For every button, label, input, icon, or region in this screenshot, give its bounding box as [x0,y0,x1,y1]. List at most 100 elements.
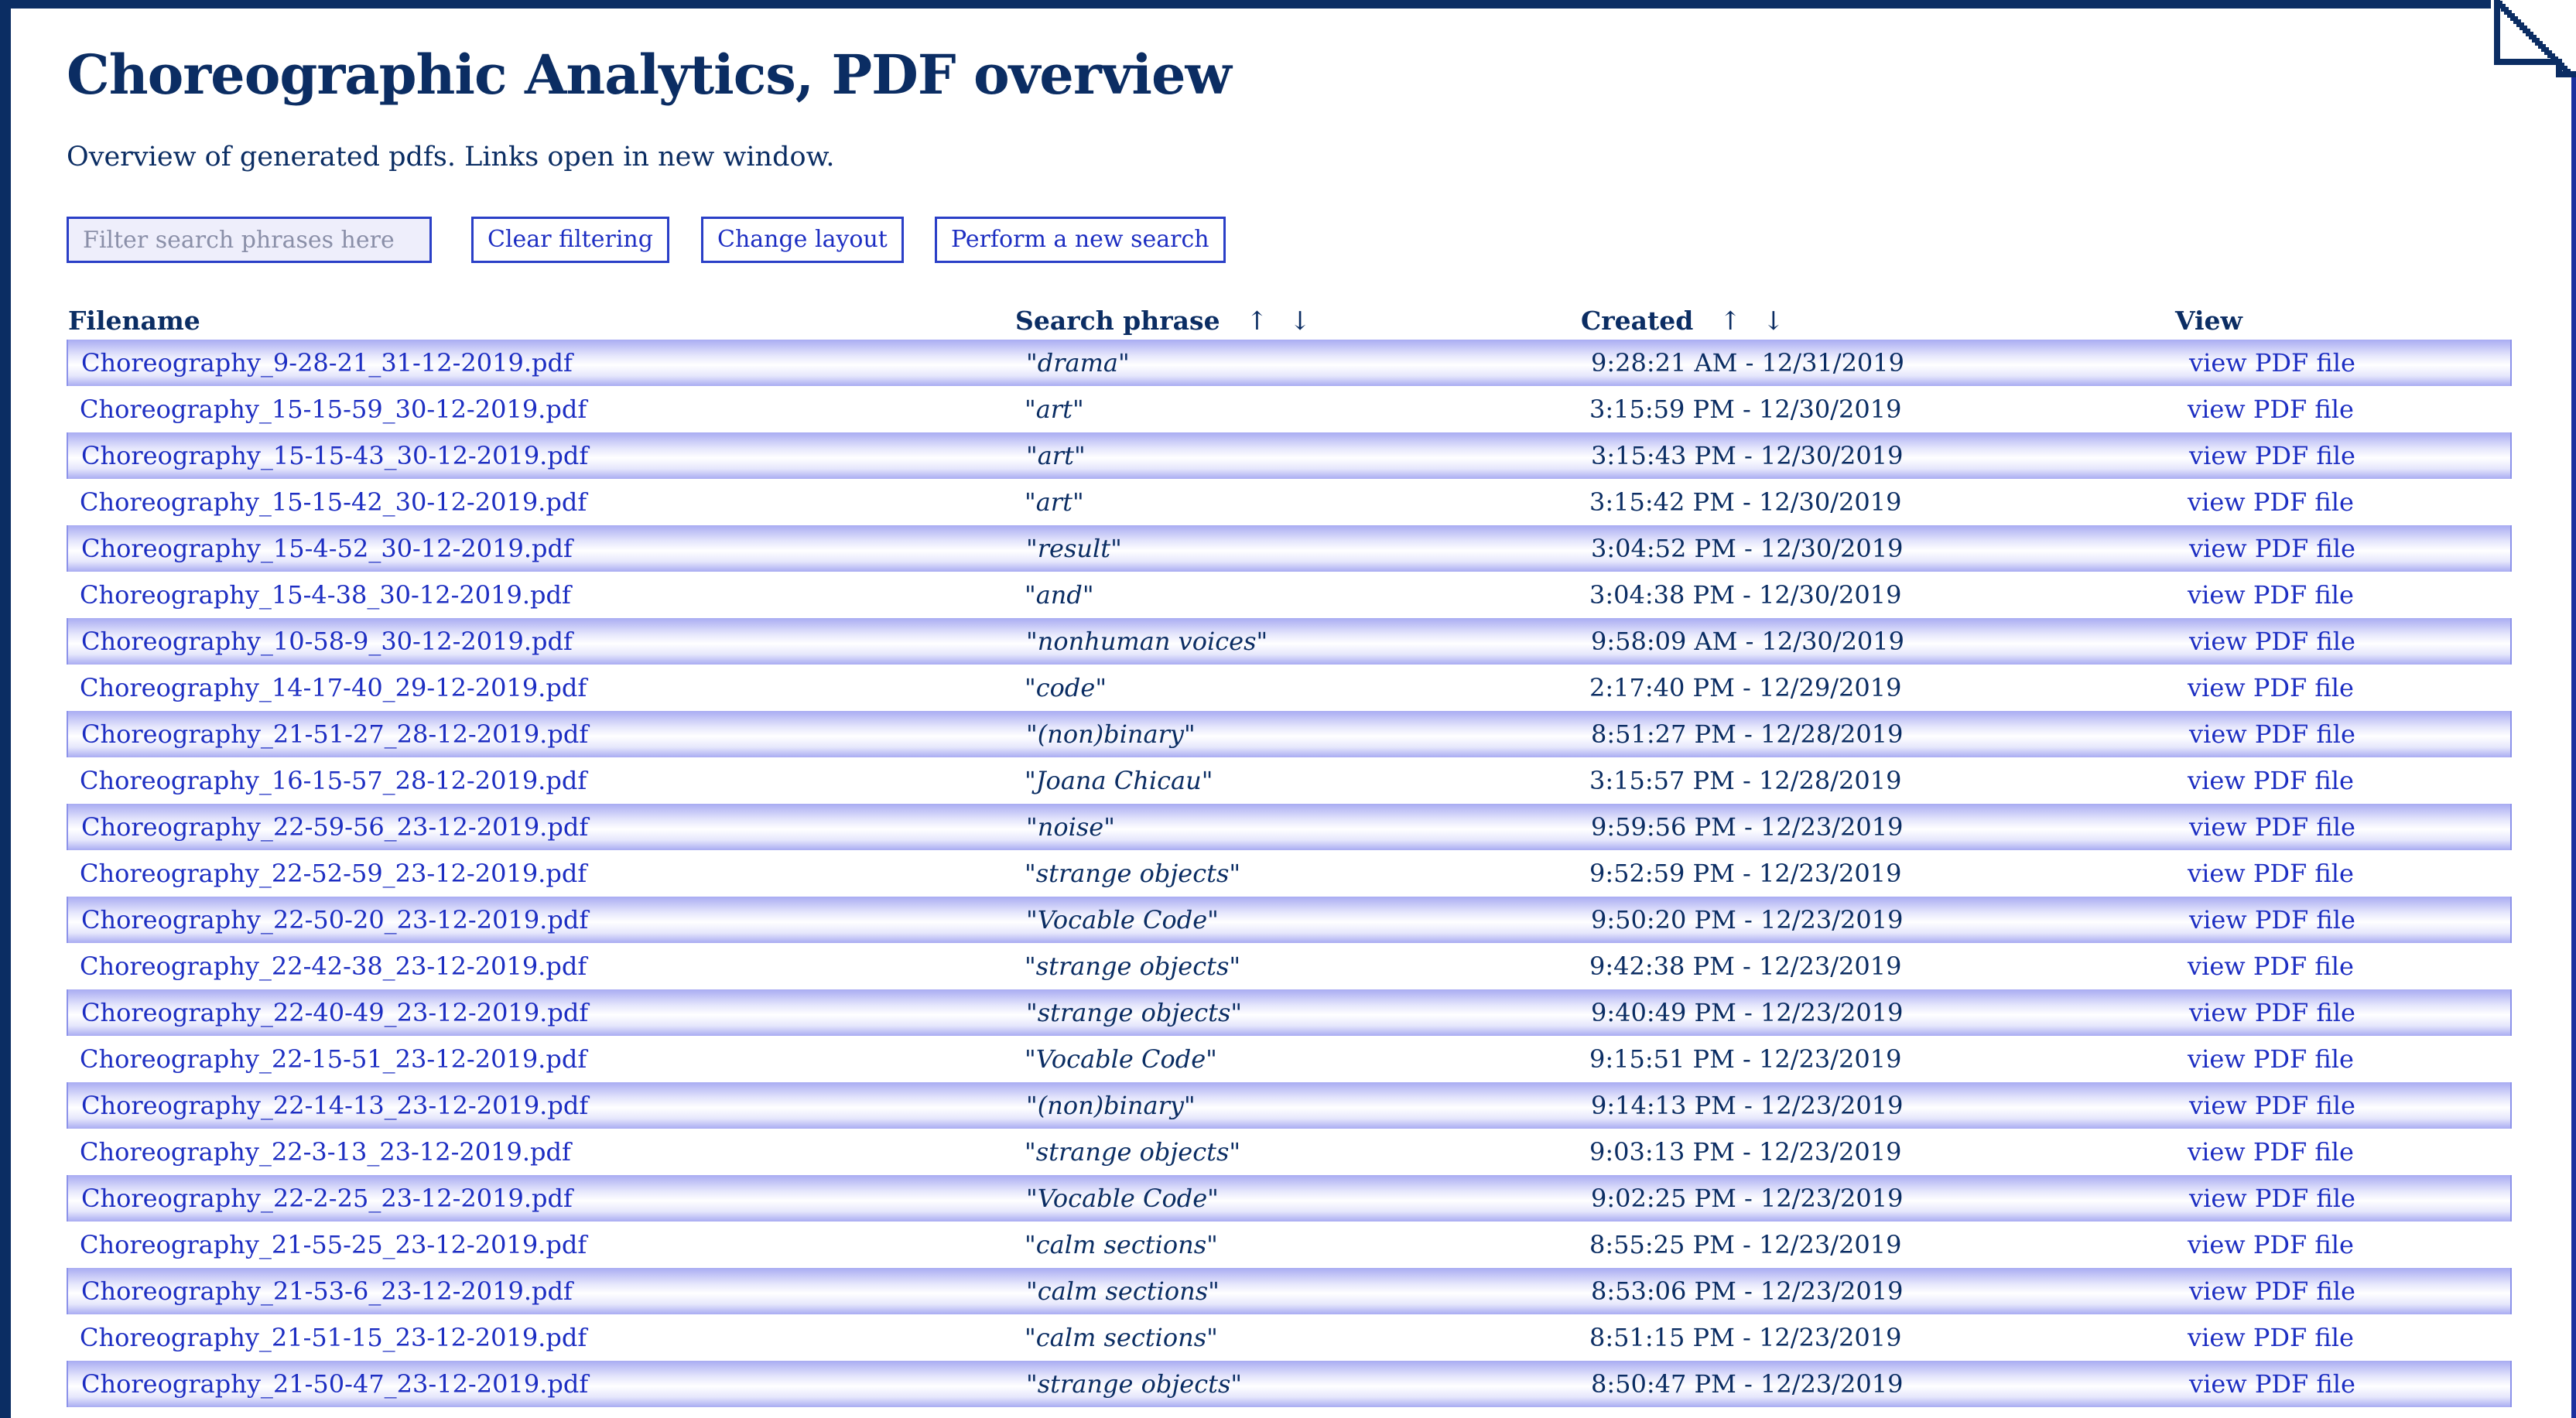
view-pdf-link[interactable]: view PDF file [2189,1268,2355,1314]
search-phrase-cell: "strange objects" [1025,859,1241,888]
filename-link[interactable]: Choreography_21-50-47_23-12-2019.pdf [81,1361,588,1407]
created-cell: 9:02:25 PM - 12/23/2019 [1591,1184,1904,1213]
filename-link[interactable]: Choreography_15-15-42_30-12-2019.pdf [80,479,587,525]
filename-link[interactable]: Choreography_14-17-40_29-12-2019.pdf [80,665,587,711]
created-cell: 9:03:13 PM - 12/23/2019 [1589,1137,1902,1167]
filename-link[interactable]: Choreography_22-14-13_23-12-2019.pdf [81,1082,588,1129]
filename-link[interactable]: Choreography_15-4-38_30-12-2019.pdf [80,572,571,618]
table-row: Choreography_15-15-42_30-12-2019.pdf "art… [67,479,2512,525]
search-phrase-cell: "strange objects" [1025,1137,1241,1167]
sort-created-asc-icon[interactable]: ↑ [1719,306,1741,336]
created-cell: 9:14:13 PM - 12/23/2019 [1591,1091,1904,1120]
view-pdf-link[interactable]: view PDF file [2188,665,2354,711]
search-phrase-cell: "calm sections" [1025,1323,1218,1352]
filename-link[interactable]: Choreography_15-4-52_30-12-2019.pdf [81,525,573,572]
filter-search-input[interactable] [67,217,432,263]
filename-link[interactable]: Choreography_22-15-51_23-12-2019.pdf [80,1036,587,1082]
table-row: Choreography_21-51-15_23-12-2019.pdf "cal… [67,1314,2512,1361]
filename-link[interactable]: Choreography_21-51-15_23-12-2019.pdf [80,1314,587,1361]
view-pdf-link[interactable]: view PDF file [2189,989,2355,1036]
view-pdf-link[interactable]: view PDF file [2188,1222,2354,1268]
view-pdf-link[interactable]: view PDF file [2188,1129,2354,1175]
search-phrase-cell: "Vocable Code" [1025,1044,1217,1074]
header-search-phrase: Search phrase ↑ ↓ [1015,302,1311,340]
table-row: Choreography_10-58-9_30-12-2019.pdf "nonh… [67,618,2512,665]
created-cell: 8:51:15 PM - 12/23/2019 [1589,1323,1902,1352]
filename-link[interactable]: Choreography_10-58-9_30-12-2019.pdf [81,618,573,665]
search-phrase-cell: "code" [1025,673,1107,702]
search-phrase-cell: "art" [1026,441,1086,470]
table-row: Choreography_22-52-59_23-12-2019.pdf "str… [67,850,2512,897]
filename-link[interactable]: Choreography_22-59-56_23-12-2019.pdf [81,804,588,850]
search-phrase-cell: "result" [1026,534,1122,563]
view-pdf-link[interactable]: view PDF file [2188,850,2354,897]
search-phrase-cell: "strange objects" [1025,952,1241,981]
search-phrase-cell: "Vocable Code" [1026,905,1219,935]
filename-link[interactable]: Choreography_22-52-59_23-12-2019.pdf [80,850,587,897]
created-cell: 8:50:47 PM - 12/23/2019 [1591,1369,1904,1399]
sort-created-desc-icon[interactable]: ↓ [1763,306,1784,336]
sort-phrase-desc-icon[interactable]: ↓ [1289,306,1311,336]
pdf-table-body: Choreography_9-28-21_31-12-2019.pdf "dram… [67,340,2512,1407]
table-row: Choreography_15-15-43_30-12-2019.pdf "art… [67,432,2512,479]
filename-link[interactable]: Choreography_21-51-27_28-12-2019.pdf [81,711,588,757]
filename-link[interactable]: Choreography_9-28-21_31-12-2019.pdf [81,340,573,386]
filename-link[interactable]: Choreography_21-55-25_23-12-2019.pdf [80,1222,587,1268]
filename-link[interactable]: Choreography_16-15-57_28-12-2019.pdf [80,757,587,804]
view-pdf-link[interactable]: view PDF file [2189,1175,2355,1222]
filename-link[interactable]: Choreography_15-15-43_30-12-2019.pdf [81,432,588,479]
created-cell: 3:15:59 PM - 12/30/2019 [1589,395,1902,424]
header-filename: Filename [68,306,200,336]
search-phrase-cell: "art" [1025,395,1084,424]
search-phrase-cell: "(non)binary" [1026,719,1196,749]
search-phrase-cell: "drama" [1026,348,1130,378]
created-cell: 3:04:38 PM - 12/30/2019 [1589,580,1902,610]
created-cell: 9:15:51 PM - 12/23/2019 [1589,1044,1902,1074]
view-pdf-link[interactable]: view PDF file [2189,525,2355,572]
filename-link[interactable]: Choreography_22-40-49_23-12-2019.pdf [81,989,588,1036]
view-pdf-link[interactable]: view PDF file [2188,757,2354,804]
new-search-button[interactable]: Perform a new search [935,217,1226,263]
change-layout-button[interactable]: Change layout [701,217,904,263]
search-phrase-cell: "calm sections" [1026,1276,1220,1306]
page-corner-fold-icon [2491,0,2576,77]
header-view: View [2175,306,2242,336]
view-pdf-link[interactable]: view PDF file [2188,572,2354,618]
page-subtitle: Overview of generated pdfs. Links open i… [67,142,835,173]
view-pdf-link[interactable]: view PDF file [2189,1082,2355,1129]
created-cell: 9:28:21 AM - 12/31/2019 [1591,348,1904,378]
view-pdf-link[interactable]: view PDF file [2188,1314,2354,1361]
created-cell: 3:15:42 PM - 12/30/2019 [1589,487,1902,517]
header-created-label: Created [1581,306,1694,336]
table-row: Choreography_22-59-56_23-12-2019.pdf "noi… [67,804,2512,850]
view-pdf-link[interactable]: view PDF file [2189,711,2355,757]
view-pdf-link[interactable]: view PDF file [2189,804,2355,850]
view-pdf-link[interactable]: view PDF file [2189,618,2355,665]
view-pdf-link[interactable]: view PDF file [2189,432,2355,479]
view-pdf-link[interactable]: view PDF file [2189,1361,2355,1407]
search-phrase-cell: "Joana Chicau" [1025,766,1213,795]
table-row: Choreography_21-55-25_23-12-2019.pdf "cal… [67,1222,2512,1268]
table-header: Filename Search phrase ↑ ↓ Created ↑ ↓ View [68,302,2510,340]
created-cell: 9:59:56 PM - 12/23/2019 [1591,812,1904,842]
view-pdf-link[interactable]: view PDF file [2188,1036,2354,1082]
created-cell: 3:04:52 PM - 12/30/2019 [1591,534,1904,563]
table-row: Choreography_22-14-13_23-12-2019.pdf "(no… [67,1082,2512,1129]
filename-link[interactable]: Choreography_22-2-25_23-12-2019.pdf [81,1175,573,1222]
view-pdf-link[interactable]: view PDF file [2188,943,2354,989]
search-phrase-cell: "and" [1025,580,1094,610]
created-cell: 9:40:49 PM - 12/23/2019 [1591,998,1904,1027]
clear-filtering-button[interactable]: Clear filtering [471,217,669,263]
filename-link[interactable]: Choreography_22-3-13_23-12-2019.pdf [80,1129,571,1175]
search-phrase-cell: "nonhuman voices" [1026,627,1268,656]
view-pdf-link[interactable]: view PDF file [2189,897,2355,943]
filename-link[interactable]: Choreography_15-15-59_30-12-2019.pdf [80,386,587,432]
sort-phrase-asc-icon[interactable]: ↑ [1247,306,1268,336]
view-pdf-link[interactable]: view PDF file [2188,386,2354,432]
filename-link[interactable]: Choreography_22-50-20_23-12-2019.pdf [81,897,588,943]
filename-link[interactable]: Choreography_21-53-6_23-12-2019.pdf [81,1268,573,1314]
table-row: Choreography_22-2-25_23-12-2019.pdf "Voca… [67,1175,2512,1222]
view-pdf-link[interactable]: view PDF file [2189,340,2355,386]
filename-link[interactable]: Choreography_22-42-38_23-12-2019.pdf [80,943,587,989]
view-pdf-link[interactable]: view PDF file [2188,479,2354,525]
